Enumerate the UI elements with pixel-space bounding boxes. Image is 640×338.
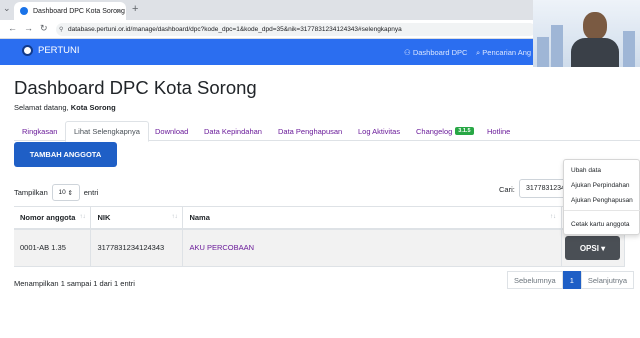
- forward-icon[interactable]: →: [24, 23, 33, 33]
- nav-pencarian-label: Pencarian Ang: [482, 48, 532, 57]
- menu-item-delete-request[interactable]: Ajukan Penghapusan: [571, 197, 633, 204]
- tab-changelog[interactable]: Changelog 3.1.5: [408, 121, 482, 141]
- welcome-name: Kota Sorong: [70, 103, 116, 112]
- version-badge: 3.1.5: [455, 127, 474, 135]
- browser-tab[interactable]: Dashboard DPC Kota Sorong ×: [14, 2, 126, 20]
- next-page-button[interactable]: Selanjutnya: [580, 271, 635, 289]
- column-header-nik-label: NIK: [97, 212, 111, 222]
- tab-search-icon[interactable]: ⌄: [3, 3, 11, 14]
- column-header-nama[interactable]: Nama ↑↓: [182, 206, 563, 230]
- sort-icon: ↑↓: [550, 214, 557, 220]
- nav-dashboard-dpc[interactable]: ⚇ Dashboard DPC: [404, 48, 467, 57]
- tab-changelog-label: Changelog: [416, 126, 453, 136]
- webcam-overlay: [533, 0, 640, 67]
- dashboard-tabs: Ringkasan Lihat Selengkapnya Download Da…: [14, 121, 640, 142]
- add-member-button[interactable]: TAMBAH ANGGOTA: [14, 142, 117, 167]
- options-dropdown-menu: Ubah data Ajukan Perpindahan Ajukan Peng…: [563, 159, 640, 235]
- tab-lihat-selengkapnya[interactable]: Lihat Selengkapnya: [65, 121, 149, 142]
- column-header-nama-label: Nama: [189, 212, 210, 222]
- options-button[interactable]: OPSI ▾: [565, 236, 620, 260]
- pertuni-favicon-icon: [20, 7, 28, 15]
- brand-name: PERTUNI: [38, 45, 80, 56]
- new-tab-icon[interactable]: +: [132, 3, 138, 15]
- pertuni-logo-icon: [22, 45, 33, 56]
- menu-divider: [564, 210, 640, 211]
- reload-icon[interactable]: ↻: [40, 23, 48, 34]
- tab-download[interactable]: Download: [147, 121, 196, 141]
- close-tab-icon[interactable]: ×: [116, 7, 121, 16]
- brand[interactable]: PERTUNI: [22, 45, 80, 56]
- page-title: Dashboard DPC Kota Sorong: [14, 77, 257, 98]
- tab-log-aktivitas[interactable]: Log Aktivitas: [350, 121, 408, 141]
- tab-ringkasan[interactable]: Ringkasan: [14, 121, 65, 141]
- column-header-nik[interactable]: NIK ↑↓: [90, 206, 184, 230]
- browser-tab-title: Dashboard DPC Kota Sorong: [33, 7, 125, 15]
- show-entries: Tampilkan 10 ⇕ entri: [14, 184, 98, 201]
- cell-nik: 3177831234124343: [90, 228, 184, 267]
- menu-item-transfer[interactable]: Ajukan Perpindahan: [571, 182, 630, 189]
- cell-nama: AKU PERCOBAAN: [182, 228, 563, 267]
- nav-dashboard-dpc-label: Dashboard DPC: [412, 48, 468, 57]
- menu-item-edit[interactable]: Ubah data: [571, 167, 601, 174]
- page-1-button[interactable]: 1: [562, 271, 581, 289]
- menu-item-print-card[interactable]: Cetak kartu anggota: [571, 221, 630, 228]
- members-table: Nomor anggota ↑↓ NIK ↑↓ Nama ↑↓ 0001-AB 1.3…: [14, 206, 625, 267]
- search-label: Cari:: [499, 185, 515, 194]
- welcome-text: Selamat datang, Kota Sorong: [14, 103, 116, 112]
- welcome-prefix: Selamat datang,: [14, 103, 69, 112]
- table-info: Menampilkan 1 sampai 1 dari 1 entri: [14, 279, 135, 288]
- show-entries-prefix: Tampilkan: [14, 188, 48, 197]
- column-header-nomor[interactable]: Nomor anggota ↑↓: [14, 206, 92, 230]
- sort-asc-icon: ↑↓: [79, 214, 86, 220]
- url-field[interactable]: ⚲ database.pertuni.or.id/manage/dashboar…: [56, 23, 536, 36]
- tab-hotline[interactable]: Hotline: [479, 121, 518, 141]
- show-entries-suffix: entri: [83, 188, 99, 197]
- person-body: [571, 38, 619, 67]
- cell-nomor: 0001-AB 1.35: [14, 228, 92, 267]
- tab-data-kepindahan[interactable]: Data Kepindahan: [196, 121, 270, 141]
- entries-per-page-select[interactable]: 10 ⇕: [51, 184, 80, 201]
- back-icon[interactable]: ←: [8, 23, 17, 33]
- url-text: database.pertuni.or.id/manage/dashboard/…: [68, 26, 402, 33]
- entries-per-page-value: 10: [58, 189, 66, 196]
- tab-data-penghapusan[interactable]: Data Penghapusan: [270, 121, 350, 141]
- site-info-icon[interactable]: ⚲: [59, 26, 63, 33]
- pagination: Sebelumnya 1 Selanjutnya: [507, 271, 635, 289]
- column-header-nomor-label: Nomor anggota: [20, 212, 76, 222]
- prev-page-button[interactable]: Sebelumnya: [507, 271, 563, 289]
- table-row: 0001-AB 1.35 3177831234124343 AKU PERCOB…: [14, 228, 625, 267]
- member-name-link[interactable]: AKU PERCOBAAN: [189, 243, 254, 252]
- nav-pencarian[interactable]: ⌕ Pencarian Ang: [476, 48, 531, 58]
- sort-icon: ↑↓: [171, 214, 178, 220]
- person-head: [583, 12, 607, 40]
